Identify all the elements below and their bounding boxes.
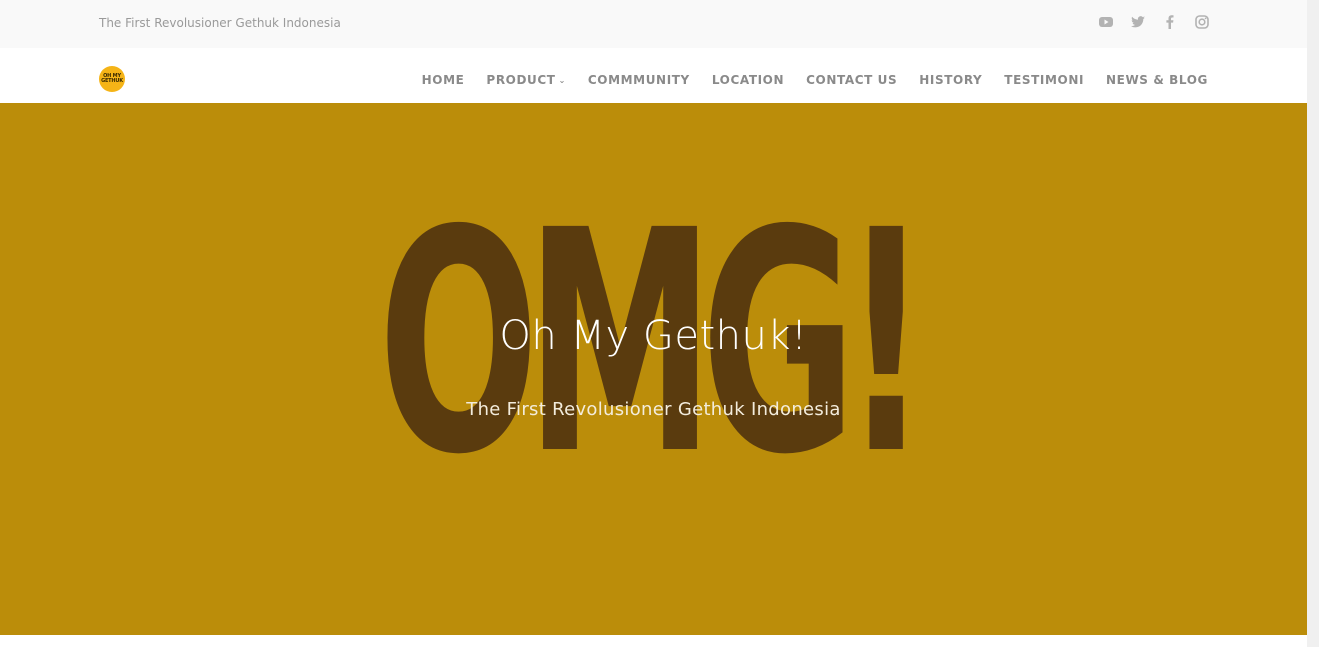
page: The First Revolusioner Gethuk Indonesia: [0, 0, 1307, 647]
nav-community-label: COMMMUNITY: [587, 73, 690, 87]
nav-home[interactable]: HOME: [422, 73, 465, 87]
hero-subtitle: The First Revolusioner Gethuk Indonesia: [466, 399, 841, 420]
nav-contact-us[interactable]: CONTACT US: [806, 73, 897, 87]
facebook-icon[interactable]: [1162, 14, 1178, 30]
nav-history[interactable]: HISTORY: [919, 73, 982, 87]
nav-product-label: PRODUCT: [486, 73, 556, 87]
main-navbar: OH MY GETHUK HOME PRODUCT ⌄ COMMMUNITY LO…: [0, 48, 1307, 103]
nav-contact-us-label: CONTACT US: [806, 73, 898, 87]
youtube-icon[interactable]: [1098, 14, 1114, 30]
hero-title: Oh My Gethuk!: [499, 313, 808, 359]
scrollbar[interactable]: [1307, 0, 1319, 647]
social-links: [1098, 14, 1210, 30]
instagram-icon[interactable]: [1194, 14, 1210, 30]
nav-news-blog-label: NEWS & BLOG: [1106, 73, 1208, 87]
hero-banner: OMG! Oh My Gethuk! The First Revolusione…: [0, 103, 1307, 635]
nav-home-label: HOME: [421, 73, 465, 87]
nav-testimoni[interactable]: TESTIMONI: [1004, 73, 1084, 87]
chevron-down-icon: ⌄: [558, 75, 566, 85]
nav-community[interactable]: COMMMUNITY: [588, 73, 690, 87]
nav-testimoni-label: TESTIMONI: [1004, 73, 1085, 87]
nav-history-label: HISTORY: [919, 73, 983, 87]
top-tagline: The First Revolusioner Gethuk Indonesia: [99, 16, 341, 30]
top-bar: The First Revolusioner Gethuk Indonesia: [0, 0, 1307, 48]
main-menu: HOME PRODUCT ⌄ COMMMUNITY LOCATION CONTAC…: [422, 73, 1208, 87]
nav-location-label: LOCATION: [711, 73, 785, 87]
nav-news-blog[interactable]: NEWS & BLOG: [1106, 73, 1208, 87]
twitter-icon[interactable]: [1130, 14, 1146, 30]
nav-product[interactable]: PRODUCT ⌄: [486, 73, 565, 87]
nav-location[interactable]: LOCATION: [712, 73, 784, 87]
logo-text: OH MY GETHUK: [101, 73, 123, 84]
site-logo[interactable]: OH MY GETHUK: [99, 66, 125, 92]
